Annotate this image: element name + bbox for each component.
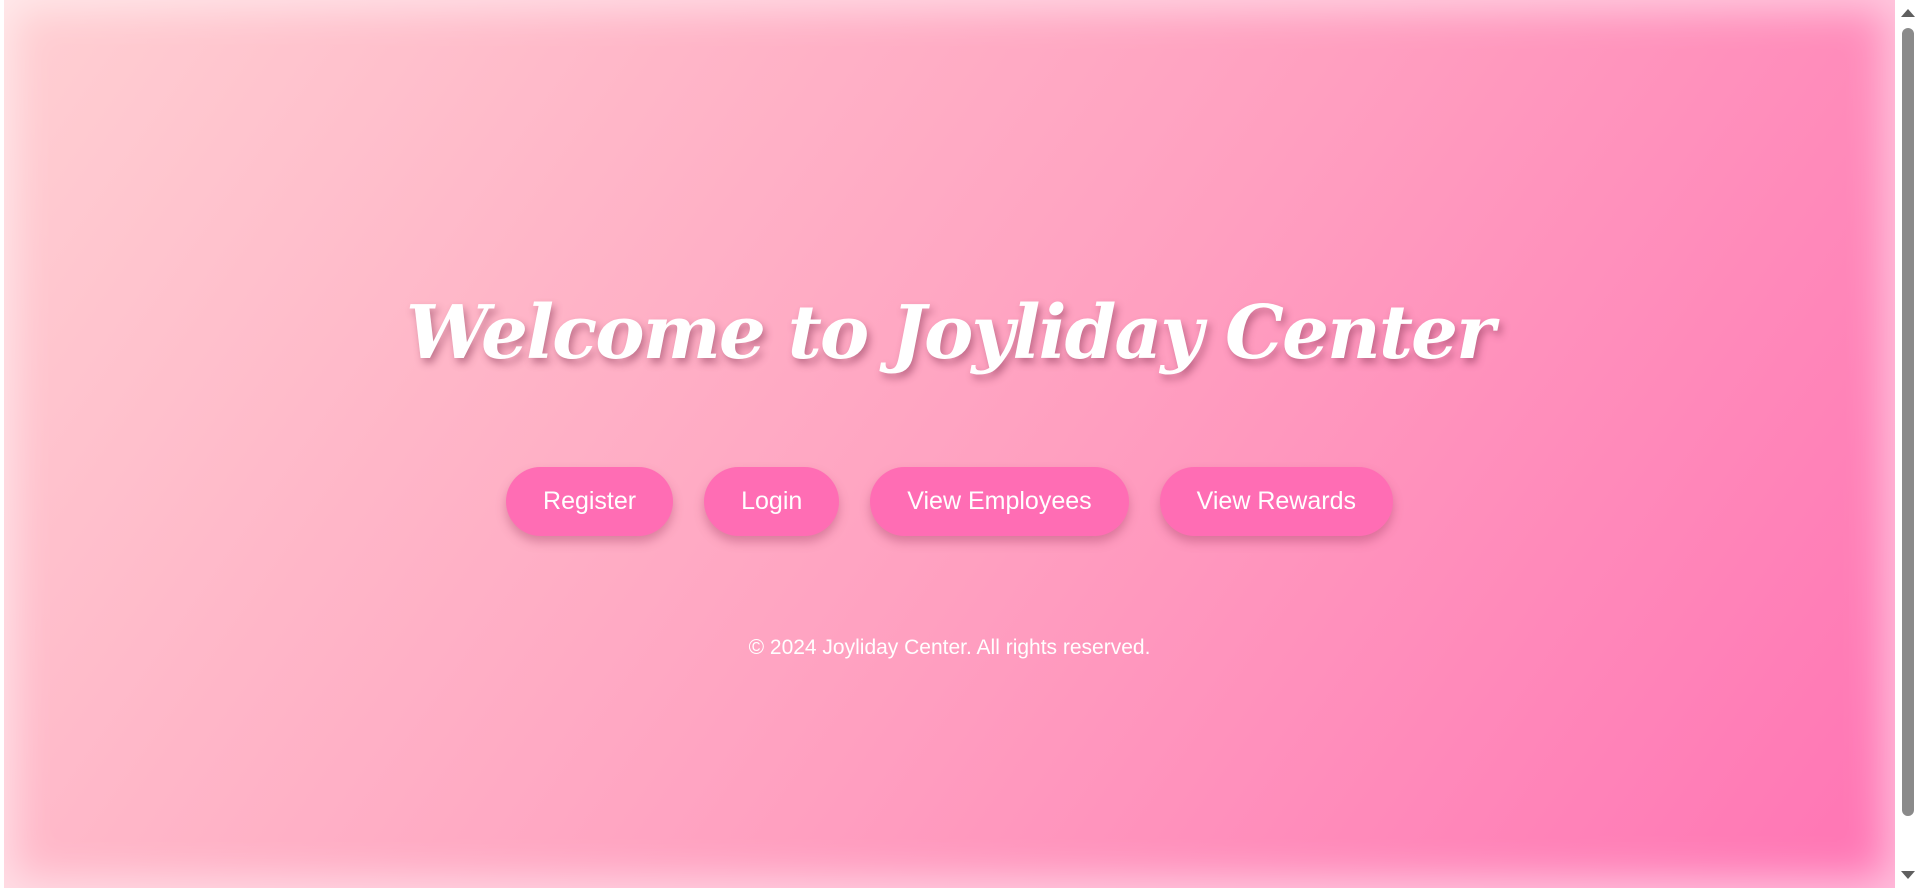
footer-copyright: © 2024 Joyliday Center. All rights reser…	[748, 636, 1151, 659]
login-button[interactable]: Login	[704, 467, 840, 536]
vertical-scrollbar[interactable]	[1897, 0, 1920, 888]
view-employees-button[interactable]: View Employees	[870, 467, 1129, 536]
scroll-down-arrow-icon[interactable]	[1901, 871, 1915, 879]
scrollbar-thumb[interactable]	[1902, 28, 1914, 816]
main-content: Welcome to Joyliday Center Register Logi…	[4, 0, 1895, 888]
view-rewards-button[interactable]: View Rewards	[1159, 467, 1393, 536]
register-button[interactable]: Register	[506, 467, 674, 536]
page-background: Welcome to Joyliday Center Register Logi…	[4, 0, 1895, 888]
browser-viewport: Welcome to Joyliday Center Register Logi…	[0, 0, 1920, 888]
scroll-up-arrow-icon[interactable]	[1901, 9, 1915, 17]
page-title: Welcome to Joyliday Center	[405, 290, 1495, 376]
nav-button-row: Register Login View Employees View Rewar…	[4, 467, 1895, 536]
